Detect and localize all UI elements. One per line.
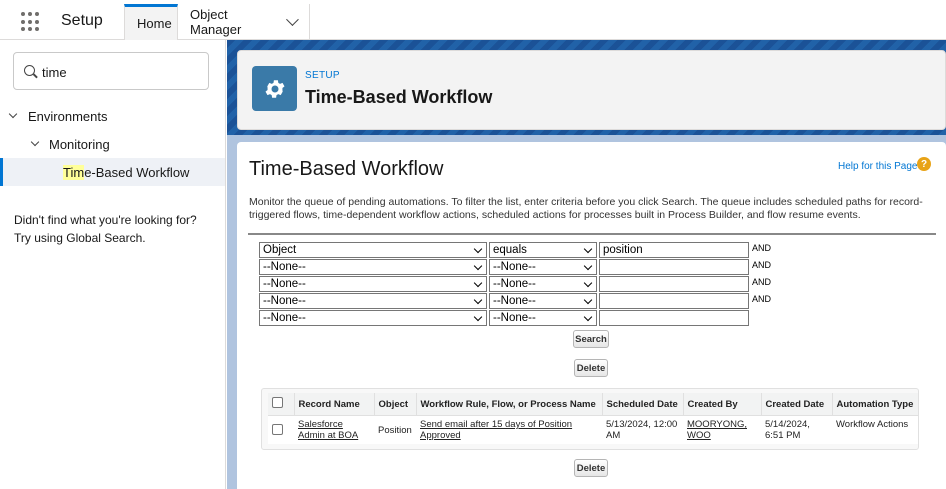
filter-value-input[interactable]: position <box>599 242 749 258</box>
setup-sidebar: Environments Monitoring Time-Based Workf… <box>0 40 226 489</box>
pending-actions-table: Record Name Object Workflow Rule, Flow, … <box>268 393 918 444</box>
page-header: SETUP Time-Based Workflow <box>237 50 946 130</box>
chevron-down-icon[interactable] <box>286 13 299 26</box>
help-icon[interactable]: ? <box>917 157 931 171</box>
record-name-link[interactable]: Salesforce Admin at BOA <box>298 419 358 441</box>
created-date-cell: 5/14/2024, 6:51 PM <box>765 419 810 441</box>
column-header[interactable]: Created By <box>683 393 762 416</box>
scheduled-date-cell: 5/13/2024, 12:00 AM <box>606 419 678 441</box>
search-match-highlight: Tim <box>63 165 85 180</box>
search-button[interactable]: Search <box>573 330 609 348</box>
tab-home-label: Home <box>137 16 172 31</box>
not-found-message: Didn't find what you're looking for? Try… <box>14 211 219 247</box>
filter-value-input[interactable] <box>599 259 749 275</box>
filter-field-select[interactable]: --None-- <box>259 259 487 275</box>
search-icon <box>24 65 35 76</box>
chevron-down-icon[interactable] <box>30 137 40 147</box>
content-title: Time-Based Workflow <box>249 158 444 180</box>
main-content-area: SETUP Time-Based Workflow Time-Based Wor… <box>227 40 946 489</box>
table-row: Salesforce Admin at BOA Position Send em… <box>268 416 918 445</box>
page-description: Monitor the queue of pending automations… <box>249 196 923 221</box>
filter-operator-select[interactable]: --None-- <box>489 293 597 309</box>
filter-and-label: AND <box>752 294 772 304</box>
created-by-link[interactable]: MOORYONG, WOO <box>687 419 747 441</box>
tree-item-label: e-Based Workflow <box>84 165 190 180</box>
tab-object-manager-label: Object Manager <box>190 7 242 37</box>
tree-item-environments[interactable]: Environments <box>28 109 107 124</box>
global-header: Setup Home Object Manager <box>0 0 946 40</box>
created-by-cell: MOORYONG, WOO <box>683 416 761 445</box>
filter-value-input[interactable] <box>599 276 749 292</box>
app-launcher-waffle-icon[interactable] <box>21 12 41 32</box>
tab-home[interactable]: Home <box>124 4 178 40</box>
column-header[interactable]: Workflow Rule, Flow, or Process Name <box>416 393 603 416</box>
tree-item-monitoring[interactable]: Monitoring <box>49 137 110 152</box>
filter-field-select[interactable]: --None-- <box>259 276 487 292</box>
tree-item-time-based-workflow[interactable]: Time-Based Workflow <box>63 165 189 180</box>
filter-value-input[interactable] <box>599 293 749 309</box>
filter-field-select[interactable]: --None-- <box>259 293 487 309</box>
gear-icon <box>252 66 297 111</box>
delete-button[interactable]: Delete <box>574 359 608 377</box>
row-checkbox[interactable] <box>272 424 283 435</box>
delete-button-bottom[interactable]: Delete <box>574 459 608 477</box>
filter-field-select[interactable]: --None-- <box>259 310 487 326</box>
workflow-cell: Send email after 15 days of Position App… <box>416 416 602 445</box>
filter-operator-select[interactable]: --None-- <box>489 276 597 292</box>
results-list: Record Name Object Workflow Rule, Flow, … <box>261 388 919 450</box>
automation-type-cell: Workflow Actions <box>836 419 909 430</box>
filter-operator-select[interactable]: equals <box>489 242 597 258</box>
column-header[interactable]: Automation Type <box>832 393 918 416</box>
object-cell: Position <box>378 425 412 436</box>
select-all-checkbox[interactable] <box>272 397 283 408</box>
global-search-hint: Try using Global Search. <box>14 231 146 245</box>
column-header[interactable]: Record Name <box>294 393 375 416</box>
select-all-header <box>268 393 295 416</box>
content-card: Time-Based Workflow Help for this Page ?… <box>237 142 946 489</box>
filter-field-select[interactable]: Object <box>259 242 487 258</box>
filter-value-input[interactable] <box>599 310 749 326</box>
column-header[interactable]: Created Date <box>761 393 833 416</box>
filter-and-label: AND <box>752 277 772 287</box>
record-name-cell: Salesforce Admin at BOA <box>294 416 374 445</box>
filter-operator-select[interactable]: --None-- <box>489 259 597 275</box>
chevron-down-icon[interactable] <box>8 109 18 119</box>
workflow-link[interactable]: Send email after 15 days of Position App… <box>420 419 572 441</box>
table-header-row: Record Name Object Workflow Rule, Flow, … <box>268 393 918 416</box>
tab-object-manager[interactable]: Object Manager <box>178 4 310 40</box>
page-title: Time-Based Workflow <box>305 87 493 107</box>
help-for-this-page-link[interactable]: Help for this Page <box>838 161 918 172</box>
filter-and-label: AND <box>752 260 772 270</box>
column-header[interactable]: Scheduled Date <box>602 393 684 416</box>
filter-and-label: AND <box>752 243 772 253</box>
quick-find-box[interactable] <box>13 52 209 90</box>
filter-criteria: Object equals position AND --None-- --No… <box>248 233 936 377</box>
filter-operator-select[interactable]: --None-- <box>489 310 597 326</box>
header-eyebrow: SETUP <box>305 70 340 81</box>
quick-find-input[interactable] <box>42 62 202 82</box>
not-found-line: Didn't find what you're looking for? <box>14 213 197 227</box>
column-header[interactable]: Object <box>374 393 417 416</box>
app-name: Setup <box>61 12 103 29</box>
row-select-cell <box>268 416 294 445</box>
